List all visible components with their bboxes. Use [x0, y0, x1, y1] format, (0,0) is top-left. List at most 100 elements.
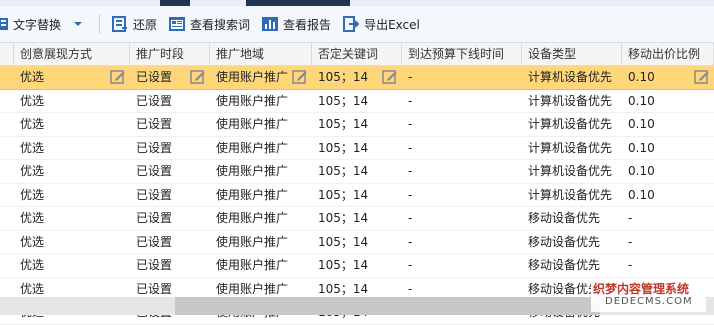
table-row[interactable]: 优选 已设置 使用账户推广 105；14 - 计算机设备优先 0.10: [0, 90, 714, 113]
table-row[interactable]: 优选 已设置 使用账户推广 105；14 - 移动设备优先 -: [0, 231, 714, 254]
edit-pencil-icon[interactable]: [190, 69, 206, 89]
row-handle[interactable]: [0, 231, 14, 254]
row-handle[interactable]: [0, 207, 14, 230]
cell-mobile-bid-ratio[interactable]: 0.10: [622, 66, 714, 89]
cell-budget-offline-time[interactable]: -: [402, 231, 522, 254]
column-header-region[interactable]: 推广地域: [210, 43, 312, 65]
cell-budget-offline-time[interactable]: -: [402, 160, 522, 183]
row-handle[interactable]: [0, 254, 14, 277]
row-handle[interactable]: [0, 160, 14, 183]
cell-mobile-bid-ratio[interactable]: -: [622, 231, 714, 254]
cell-budget-offline-time[interactable]: -: [402, 184, 522, 207]
text-replace-button[interactable]: 文字替换: [0, 10, 93, 38]
row-handle[interactable]: [0, 66, 14, 89]
cell-schedule[interactable]: 已设置: [130, 90, 210, 113]
row-handle[interactable]: [0, 137, 14, 160]
cell-mobile-bid-ratio[interactable]: 0.10: [622, 113, 714, 136]
restore-button[interactable]: 还原: [106, 10, 163, 38]
cell-budget-offline-time[interactable]: -: [402, 254, 522, 277]
cell-budget-offline-time[interactable]: -: [402, 90, 522, 113]
edit-pencil-icon[interactable]: [110, 69, 126, 89]
cell-device-type[interactable]: 计算机设备优先: [522, 113, 622, 136]
cell-region[interactable]: 使用账户推广: [210, 113, 312, 136]
cell-negative-keywords[interactable]: 105；14: [312, 66, 402, 89]
cell-region[interactable]: 使用账户推广: [210, 254, 312, 277]
table-row[interactable]: 优选 已设置 使用账户推广 105；14 - 移动设备优先 -: [0, 207, 714, 231]
cell-schedule[interactable]: 已设置: [130, 207, 210, 230]
cell-mobile-bid-ratio[interactable]: 0.10: [622, 137, 714, 160]
cell-region[interactable]: 使用账户推广: [210, 207, 312, 230]
cell-display-mode[interactable]: 优选: [14, 254, 130, 277]
cell-schedule[interactable]: 已设置: [130, 184, 210, 207]
cell-device-type[interactable]: 移动设备优先: [522, 207, 622, 230]
export-excel-button[interactable]: 导出Excel: [337, 10, 426, 38]
row-handle[interactable]: [0, 113, 14, 136]
row-handle[interactable]: [0, 184, 14, 207]
cell-mobile-bid-ratio[interactable]: 0.10: [622, 90, 714, 113]
table-row[interactable]: 优选 已设置 使用账户推广 105；14 - 计算机设备优先 0.10: [0, 66, 714, 90]
view-search-terms-button[interactable]: 查看搜索词: [163, 10, 256, 38]
cell-device-type[interactable]: 计算机设备优先: [522, 90, 622, 113]
scrollbar-thumb[interactable]: [175, 297, 600, 315]
cell-budget-offline-time[interactable]: -: [402, 66, 522, 89]
cell-device-type[interactable]: 移动设备优先: [522, 254, 622, 277]
cell-display-mode[interactable]: 优选: [14, 231, 130, 254]
table-row[interactable]: 优选 已设置 使用账户推广 105；14 - 移动设备优先 -: [0, 254, 714, 278]
cell-negative-keywords[interactable]: 105；14: [312, 207, 402, 230]
cell-negative-keywords[interactable]: 105；14: [312, 254, 402, 277]
cell-device-type[interactable]: 移动设备优先: [522, 231, 622, 254]
cell-schedule[interactable]: 已设置: [130, 113, 210, 136]
cell-display-mode[interactable]: 优选: [14, 90, 130, 113]
cell-budget-offline-time[interactable]: -: [402, 207, 522, 230]
cell-schedule[interactable]: 已设置: [130, 66, 210, 89]
table-row[interactable]: 优选 已设置 使用账户推广 105；14 - 计算机设备优先 0.10: [0, 113, 714, 137]
cell-mobile-bid-ratio[interactable]: -: [622, 254, 714, 277]
cell-mobile-bid-ratio[interactable]: 0.10: [622, 184, 714, 207]
edit-pencil-icon[interactable]: [382, 69, 398, 89]
cell-negative-keywords[interactable]: 105；14: [312, 113, 402, 136]
column-header-device-type[interactable]: 设备类型: [522, 43, 622, 65]
edit-pencil-icon[interactable]: [292, 69, 308, 89]
cell-budget-offline-time[interactable]: -: [402, 113, 522, 136]
cell-device-type[interactable]: 计算机设备优先: [522, 137, 622, 160]
column-header-schedule[interactable]: 推广时段: [130, 43, 210, 65]
cell-device-type[interactable]: 计算机设备优先: [522, 160, 622, 183]
row-handle[interactable]: [0, 90, 14, 113]
cell-mobile-bid-ratio[interactable]: -: [622, 207, 714, 230]
column-header-negative-keywords[interactable]: 否定关键词: [312, 43, 402, 65]
cell-budget-offline-time[interactable]: -: [402, 137, 522, 160]
column-header-budget-offline-time[interactable]: 到达预算下线时间: [402, 43, 522, 65]
cell-display-mode[interactable]: 优选: [14, 137, 130, 160]
cell-negative-keywords[interactable]: 105；14: [312, 184, 402, 207]
cell-negative-keywords[interactable]: 105；14: [312, 137, 402, 160]
table-row[interactable]: 优选 已设置 使用账户推广 105；14 - 计算机设备优先 0.10: [0, 184, 714, 207]
cell-region[interactable]: 使用账户推广: [210, 90, 312, 113]
cell-device-type[interactable]: 计算机设备优先: [522, 66, 622, 89]
cell-display-mode[interactable]: 优选: [14, 66, 130, 89]
cell-region[interactable]: 使用账户推广: [210, 160, 312, 183]
chevron-down-icon[interactable]: [67, 16, 87, 32]
cell-schedule[interactable]: 已设置: [130, 160, 210, 183]
table-row[interactable]: 优选 已设置 使用账户推广 105；14 - 计算机设备优先 0.10: [0, 160, 714, 184]
cell-region[interactable]: 使用账户推广: [210, 66, 312, 89]
view-report-button[interactable]: 查看报告: [256, 10, 337, 38]
cell-schedule[interactable]: 已设置: [130, 254, 210, 277]
cell-display-mode[interactable]: 优选: [14, 207, 130, 230]
edit-pencil-icon[interactable]: [694, 69, 710, 89]
cell-display-mode[interactable]: 优选: [14, 184, 130, 207]
column-header-display-mode[interactable]: 创意展现方式: [14, 43, 130, 65]
cell-negative-keywords[interactable]: 105；14: [312, 90, 402, 113]
cell-region[interactable]: 使用账户推广: [210, 184, 312, 207]
column-header-mobile-bid-ratio[interactable]: 移动出价比例: [622, 43, 714, 65]
cell-device-type[interactable]: 计算机设备优先: [522, 184, 622, 207]
table-row[interactable]: 优选 已设置 使用账户推广 105；14 - 计算机设备优先 0.10: [0, 137, 714, 160]
cell-negative-keywords[interactable]: 105；14: [312, 160, 402, 183]
cell-region[interactable]: 使用账户推广: [210, 137, 312, 160]
cell-schedule[interactable]: 已设置: [130, 137, 210, 160]
cell-mobile-bid-ratio[interactable]: 0.10: [622, 160, 714, 183]
cell-negative-keywords[interactable]: 105；14: [312, 231, 402, 254]
cell-region[interactable]: 使用账户推广: [210, 231, 312, 254]
cell-display-mode[interactable]: 优选: [14, 160, 130, 183]
cell-display-mode[interactable]: 优选: [14, 113, 130, 136]
cell-schedule[interactable]: 已设置: [130, 231, 210, 254]
